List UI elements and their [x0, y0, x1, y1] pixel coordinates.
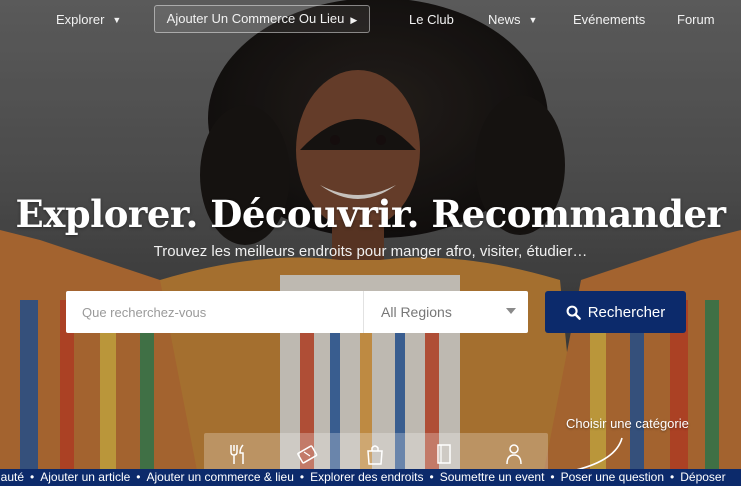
- ticket-icon[interactable]: [296, 443, 318, 465]
- nav-explorer-label: Explorer: [56, 12, 105, 27]
- ticker-item[interactable]: Ajouter un commerce & lieu: [146, 469, 293, 486]
- ticker-item[interactable]: nauté: [0, 469, 24, 486]
- search-icon: [566, 305, 581, 320]
- nav-forum[interactable]: Forum: [677, 12, 715, 27]
- ticker-item[interactable]: Soumettre un event: [440, 469, 545, 486]
- ticker-item[interactable]: Ajouter un article: [40, 469, 130, 486]
- ticker-separator: •: [136, 470, 141, 484]
- ticker-separator: •: [429, 470, 434, 484]
- caret-right-icon: ▶: [350, 15, 358, 25]
- shopping-bag-icon[interactable]: [365, 443, 385, 465]
- region-select[interactable]: All Regions: [363, 291, 528, 333]
- search-form: All Regions: [66, 291, 528, 333]
- nav-club[interactable]: Le Club: [409, 12, 454, 27]
- page-title: Explorer. Découvrir. Recommander: [15, 192, 726, 236]
- ticker-separator: •: [550, 470, 555, 484]
- curved-arrow-icon: [575, 437, 623, 471]
- category-prompt: Choisir une catégorie: [566, 416, 689, 431]
- search-input[interactable]: [66, 291, 363, 333]
- news-ticker: nauté • Ajouter un article • Ajouter un comm…: [0, 469, 741, 486]
- ticker-separator: •: [299, 470, 305, 484]
- person-icon[interactable]: [504, 443, 524, 465]
- add-business-label: Ajouter Un Commerce Ou Lieu: [166, 11, 345, 26]
- ticker-item[interactable]: Poser une question: [561, 469, 664, 486]
- nav-news[interactable]: News ▼: [488, 12, 537, 27]
- search-button-label: Rechercher: [587, 303, 666, 321]
- caret-down-icon: ▼: [528, 15, 538, 25]
- chevron-down-icon: [506, 308, 516, 314]
- caret-down-icon: ▼: [112, 15, 122, 25]
- category-bar: [204, 433, 548, 473]
- top-nav: Explorer ▼ Ajouter Un Commerce Ou Lieu ▶ L…: [0, 0, 741, 40]
- nav-explorer[interactable]: Explorer ▼: [56, 12, 121, 27]
- ticker-separator: •: [670, 470, 675, 484]
- nav-news-label: News: [488, 12, 521, 27]
- book-icon[interactable]: [435, 443, 453, 465]
- region-select-value: All Regions: [381, 304, 452, 320]
- ticker-separator: •: [30, 470, 35, 484]
- nav-events[interactable]: Evénements: [573, 12, 645, 27]
- search-button[interactable]: Rechercher: [545, 291, 686, 333]
- ticker-item[interactable]: Explorer des endroits: [310, 469, 423, 486]
- restaurant-icon[interactable]: [228, 443, 248, 465]
- ticker-track: nauté • Ajouter un article • Ajouter un comm…: [0, 469, 726, 486]
- page-subtitle: Trouvez les meilleurs endroits pour mang…: [153, 243, 588, 260]
- ticker-item[interactable]: Déposer: [680, 469, 725, 486]
- add-business-button[interactable]: Ajouter Un Commerce Ou Lieu ▶: [154, 5, 370, 33]
